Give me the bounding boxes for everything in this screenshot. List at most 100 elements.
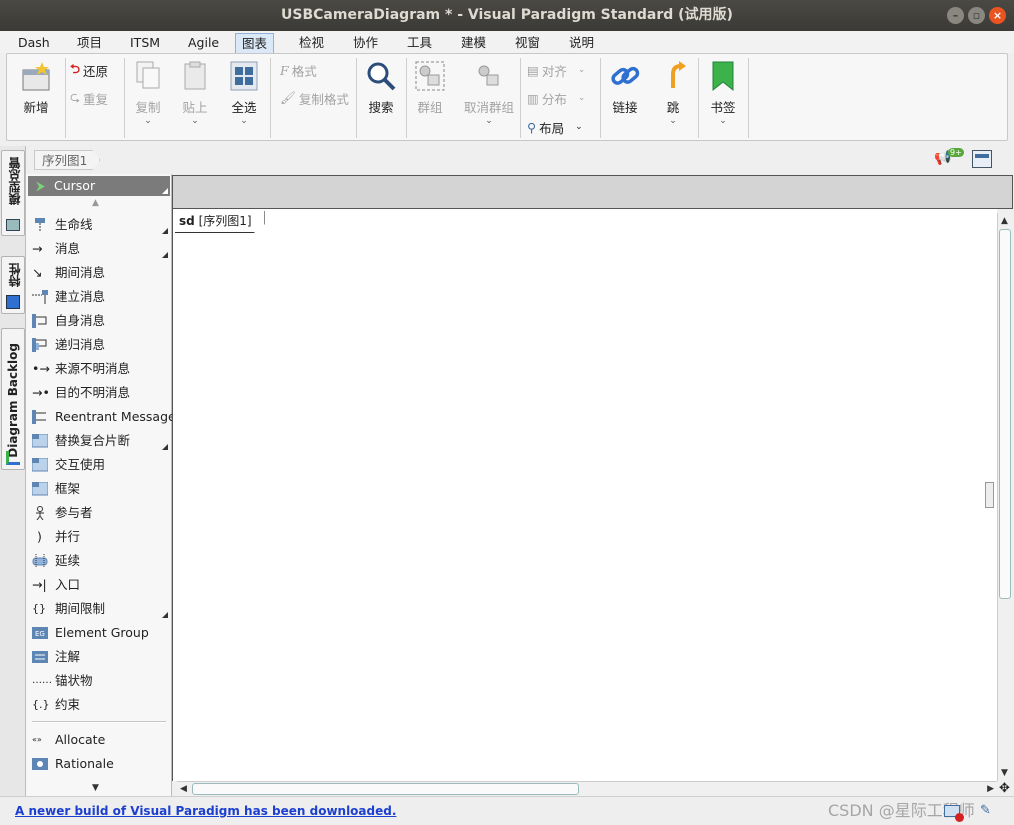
paste-icon	[184, 61, 206, 90]
scroll-right-arrow-icon[interactable]: ▶	[987, 784, 994, 794]
select-all-button[interactable]: 全选 ⌄	[223, 60, 265, 126]
palette-item-reentrant-message[interactable]: Reentrant Message	[30, 406, 176, 428]
breadcrumb[interactable]: 序列图1	[34, 150, 101, 170]
redo-button[interactable]: ⮎ 重复	[70, 88, 108, 108]
search-button[interactable]: 搜索	[361, 60, 401, 116]
palette-item-message[interactable]: → 消息	[30, 238, 170, 260]
palette-item-rationale[interactable]: Rationale	[30, 753, 170, 775]
undo-button[interactable]: ⮌ 还原	[70, 60, 108, 80]
scroll-down-icon[interactable]: ▼	[92, 783, 99, 793]
sequence-frame-label[interactable]: sd [序列图1]	[175, 211, 265, 233]
edit-icon[interactable]: ✎	[980, 803, 991, 818]
notification-button[interactable]: 📢 9+	[934, 148, 964, 169]
update-notice-link[interactable]: A newer build of Visual Paradigm has bee…	[15, 804, 396, 818]
palette-cursor[interactable]: ⮞ Cursor	[28, 176, 170, 196]
gate-arrow-icon: →|	[32, 577, 47, 592]
palette-item-duration-constraint[interactable]: {} 期间限制	[30, 598, 170, 620]
group-button[interactable]: 群组	[410, 60, 450, 116]
diagram-canvas[interactable]: sd [序列图1]	[172, 209, 997, 781]
horizontal-scrollbar[interactable]: ◀ ▶	[177, 781, 997, 796]
paste-button[interactable]: 贴上 ⌄	[175, 60, 215, 126]
palette-item-lost-message[interactable]: →• 目的不明消息	[30, 382, 170, 404]
message-count-badge	[955, 813, 964, 822]
palette-item-parallel[interactable]: ) 并行	[30, 526, 170, 548]
format-button[interactable]: F 格式	[280, 60, 317, 80]
jump-button[interactable]: 跳 ⌄	[653, 60, 693, 126]
tab-diagram-backlog[interactable]: Diagram Backlog	[1, 328, 25, 470]
layout-icon: ⚲	[527, 119, 537, 135]
tab-model-explorer[interactable]: 模型总管	[1, 150, 25, 236]
window-title: USBCameraDiagram * - Visual Paradigm Sta…	[281, 7, 733, 23]
menu-tools[interactable]: 工具	[401, 33, 438, 53]
palette-item-combined-fragment[interactable]: 替换复合片断	[30, 430, 170, 452]
menu-window[interactable]: 视窗	[509, 33, 546, 53]
chevron-down-icon: ⌄	[719, 116, 727, 126]
palette-item-frame[interactable]: 框架	[30, 478, 170, 500]
copy-format-button[interactable]: 🖌 复制格式	[280, 88, 349, 108]
ungroup-icon	[478, 65, 499, 86]
constraint-icon: {.}	[32, 698, 50, 711]
bookmark-icon	[712, 61, 734, 92]
menu-team[interactable]: 协作	[347, 33, 384, 53]
palette-divider	[32, 721, 166, 723]
scroll-up-arrow-icon[interactable]: ▲	[1001, 216, 1008, 226]
new-button[interactable]: 新增	[13, 60, 59, 116]
palette-item-note[interactable]: 注解	[30, 646, 170, 668]
distribute-button[interactable]: ▥ 分布 ⌄	[527, 88, 585, 108]
palette-item-element-group[interactable]: EG Element Group	[30, 622, 170, 644]
scroll-down-arrow-icon[interactable]: ▼	[1001, 768, 1008, 778]
vertical-scrollbar[interactable]: ▲ ▼	[997, 213, 1012, 781]
diagram-navigator-button[interactable]	[972, 150, 992, 168]
menu-dash[interactable]: Dash	[12, 33, 56, 53]
redo-icon: ⮎	[70, 88, 81, 104]
note-icon	[32, 651, 48, 663]
expand-triangle-icon	[162, 444, 168, 450]
palette-item-allocate[interactable]: «» Allocate	[30, 729, 170, 751]
vertical-scroll-thumb[interactable]	[999, 229, 1011, 599]
palette-item-anchor[interactable]: …… 锚状物	[30, 670, 170, 692]
horizontal-scroll-thumb[interactable]	[192, 783, 579, 795]
scroll-up-icon[interactable]: ▲	[92, 198, 99, 208]
ungroup-button[interactable]: 取消群组 ⌄	[459, 60, 519, 126]
navigator-icon	[975, 154, 989, 158]
menu-agile[interactable]: Agile	[182, 33, 225, 53]
palette-item-constraint[interactable]: {.} 约束	[30, 694, 170, 716]
palette-item-lifeline[interactable]: 生命线	[30, 214, 170, 236]
palette-item-create-message[interactable]: 建立消息	[30, 286, 170, 308]
palette-item-actor[interactable]: 参与者	[30, 502, 170, 524]
link-button[interactable]: 链接	[605, 60, 645, 116]
palette-item-interaction-use[interactable]: 交互使用	[30, 454, 170, 476]
palette-item-recursive-message[interactable]: 递归消息	[30, 334, 170, 356]
palette-item-self-message[interactable]: 自身消息	[30, 310, 170, 332]
copy-button[interactable]: 复制 ⌄	[128, 60, 168, 126]
maximize-button[interactable]: ▫	[968, 7, 985, 24]
palette-item-found-message[interactable]: •→ 来源不明消息	[30, 358, 170, 380]
actor-icon	[36, 506, 44, 520]
menu-view[interactable]: 检视	[293, 33, 330, 53]
palette-item-gate[interactable]: →| 入口	[30, 574, 170, 596]
rationale-icon	[32, 758, 48, 770]
group-icon	[415, 61, 445, 91]
svg-text:EG: EG	[35, 630, 45, 638]
pan-icon[interactable]: ✥	[996, 781, 1013, 796]
menu-help[interactable]: 说明	[563, 33, 600, 53]
anchor-dots-icon: ……	[32, 675, 52, 686]
menu-project[interactable]: 项目	[71, 33, 108, 53]
menu-modeling[interactable]: 建模	[455, 33, 492, 53]
palette-item-duration-message[interactable]: ↘ 期间消息	[30, 262, 170, 284]
tab-properties[interactable]: 特性	[1, 256, 25, 314]
split-handle[interactable]	[985, 482, 994, 508]
side-tab-strip: 模型总管 特性 Diagram Backlog	[0, 146, 26, 796]
align-button[interactable]: ▤ 对齐 ⌄	[527, 60, 585, 80]
menu-itsm[interactable]: ITSM	[124, 33, 166, 53]
expand-triangle-icon	[162, 252, 168, 258]
element-group-icon: EG	[32, 627, 48, 639]
menu-diagram[interactable]: 图表	[235, 33, 275, 53]
parallel-bracket-icon: )	[37, 529, 42, 544]
scroll-left-arrow-icon[interactable]: ◀	[180, 784, 187, 794]
minimize-button[interactable]: –	[947, 7, 964, 24]
layout-button[interactable]: ⚲ 布局 ⌄	[527, 117, 583, 137]
palette-item-continuation[interactable]: 延续	[30, 550, 170, 572]
close-button[interactable]: ×	[989, 7, 1006, 24]
bookmark-button[interactable]: 书签 ⌄	[703, 60, 743, 126]
